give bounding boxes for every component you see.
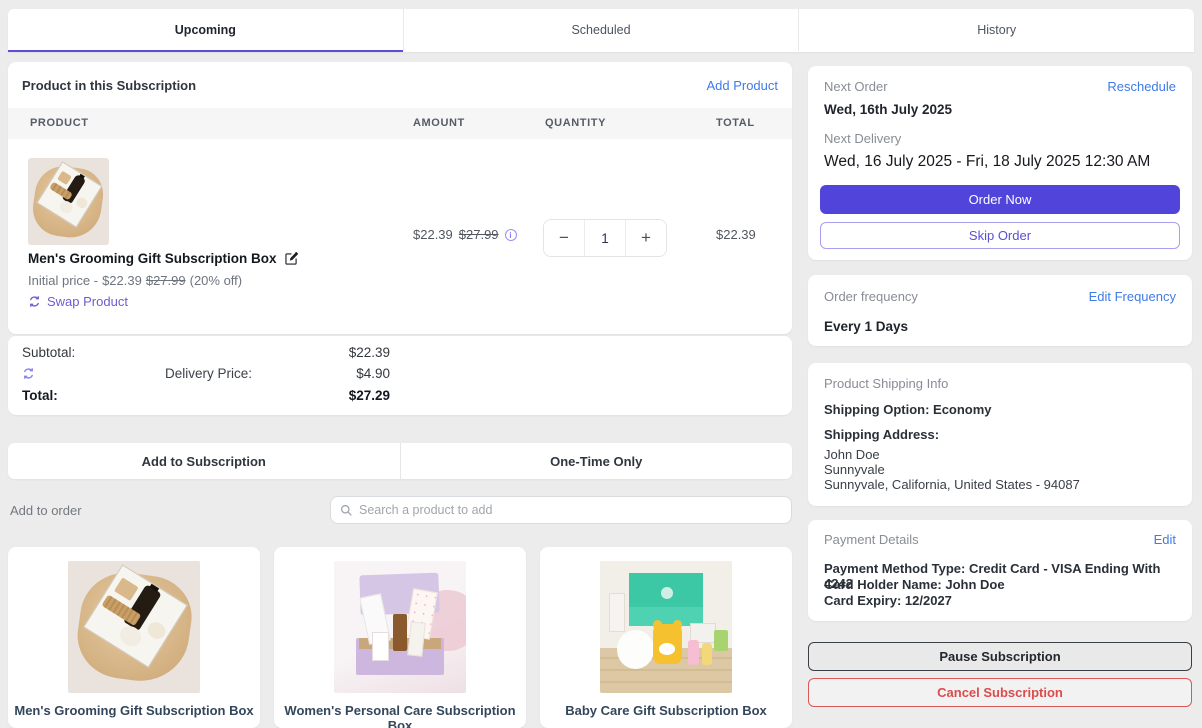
payment-details-card: Payment Details Edit Payment Method Type… <box>808 520 1192 621</box>
totals-card: Subtotal: $22.39 Delivery Price: $4.90 T… <box>8 336 792 415</box>
search-icon <box>340 504 353 517</box>
total-label: Total: <box>22 388 58 403</box>
skip-order-button[interactable]: Skip Order <box>820 222 1180 249</box>
swap-product-link[interactable]: Swap Product <box>28 294 128 309</box>
next-order-date: Wed, 16th July 2025 <box>824 102 952 117</box>
total-value: $27.29 <box>300 388 390 403</box>
tab-scheduled[interactable]: Scheduled <box>403 9 799 52</box>
product-thumbnail <box>28 158 109 245</box>
product-image <box>68 561 200 693</box>
product-search <box>330 496 792 524</box>
edit-frequency-link[interactable]: Edit Frequency <box>1089 289 1176 304</box>
order-frequency-label: Order frequency <box>824 289 918 304</box>
tab-add-to-subscription[interactable]: Add to Subscription <box>8 443 400 479</box>
shipping-info-card: Product Shipping Info Shipping Option: E… <box>808 363 1192 506</box>
subtotal-value: $22.39 <box>300 345 390 360</box>
add-to-order-label: Add to order <box>10 503 82 518</box>
initial-price-line: Initial price - $22.39 $27.99 (20% off) <box>28 273 242 288</box>
shipping-full-address: Sunnyvale, California, United States - 9… <box>824 477 1080 492</box>
price-info-icon[interactable] <box>505 229 517 241</box>
catalog-product-name: Baby Care Gift Subscription Box <box>540 703 792 718</box>
table-header: PRODUCT AMOUNT QUANTITY TOTAL <box>8 108 792 139</box>
shipping-name: John Doe <box>824 447 880 462</box>
next-delivery-label: Next Delivery <box>824 131 901 146</box>
delivery-price-label: Delivery Price: <box>165 366 252 381</box>
subtotal-label: Subtotal: <box>22 345 75 360</box>
catalog-card-womens-care[interactable]: Women's Personal Care Subscription Box <box>274 547 526 728</box>
next-delivery-range: Wed, 16 July 2025 - Fri, 18 July 2025 12… <box>824 153 1150 171</box>
add-mode-tab-bar: Add to Subscription One-Time Only <box>8 443 792 479</box>
column-amount: AMOUNT <box>413 108 465 139</box>
quantity-input[interactable] <box>584 220 626 256</box>
product-image <box>334 561 466 693</box>
quantity-stepper <box>543 219 667 257</box>
catalog-card-baby-care[interactable]: Baby Care Gift Subscription Box <box>540 547 792 728</box>
tab-upcoming[interactable]: Upcoming <box>8 9 403 52</box>
card-holder: Card Holder Name: John Doe <box>824 577 1005 592</box>
catalog-product-name: Men's Grooming Gift Subscription Box <box>8 703 260 718</box>
catalog-card-mens-grooming[interactable]: Men's Grooming Gift Subscription Box <box>8 547 260 728</box>
order-frequency-card: Order frequency Edit Frequency Every 1 D… <box>808 275 1192 346</box>
search-input[interactable] <box>359 503 782 517</box>
next-order-label: Next Order <box>824 79 888 94</box>
pause-subscription-button[interactable]: Pause Subscription <box>808 642 1192 671</box>
shipping-address-label: Shipping Address: <box>824 427 939 442</box>
order-now-button[interactable]: Order Now <box>820 185 1180 214</box>
card-expiry: Card Expiry: 12/2027 <box>824 593 952 608</box>
tab-one-time-only[interactable]: One-Time Only <box>400 443 793 479</box>
column-total: TOTAL <box>716 108 755 139</box>
column-quantity: QUANTITY <box>545 108 606 139</box>
cancel-subscription-button[interactable]: Cancel Subscription <box>808 678 1192 707</box>
product-name: Men's Grooming Gift Subscription Box <box>28 251 276 266</box>
quantity-increase-button[interactable] <box>626 220 666 256</box>
tab-history[interactable]: History <box>798 9 1194 52</box>
payment-details-label: Payment Details <box>824 532 919 547</box>
card-title: Product in this Subscription <box>22 78 196 93</box>
order-frequency-value: Every 1 Days <box>824 319 908 334</box>
delivery-price-value: $4.90 <box>300 366 390 381</box>
edit-payment-link[interactable]: Edit <box>1154 532 1176 547</box>
shipping-info-label: Product Shipping Info <box>824 376 948 391</box>
reschedule-link[interactable]: Reschedule <box>1107 79 1176 94</box>
swap-icon <box>28 295 41 308</box>
add-product-link[interactable]: Add Product <box>706 78 778 93</box>
catalog-product-name: Women's Personal Care Subscription Box <box>274 703 526 728</box>
quantity-decrease-button[interactable] <box>544 220 584 256</box>
subscription-page: Upcoming Scheduled History Product in th… <box>0 0 1202 728</box>
column-product: PRODUCT <box>30 108 89 139</box>
shipping-city: Sunnyvale <box>824 462 885 477</box>
edit-product-icon[interactable] <box>284 251 299 266</box>
product-image <box>600 561 732 693</box>
subscription-products-card: Product in this Subscription Add Product… <box>8 62 792 334</box>
top-tab-bar: Upcoming Scheduled History <box>8 9 1194 52</box>
next-order-card: Next Order Reschedule Wed, 16th July 202… <box>808 66 1192 260</box>
amount-cell: $22.39 $27.99 <box>413 227 517 242</box>
row-total: $22.39 <box>716 227 756 242</box>
refresh-totals-icon[interactable] <box>22 367 35 380</box>
shipping-option: Shipping Option: Economy <box>824 402 992 417</box>
